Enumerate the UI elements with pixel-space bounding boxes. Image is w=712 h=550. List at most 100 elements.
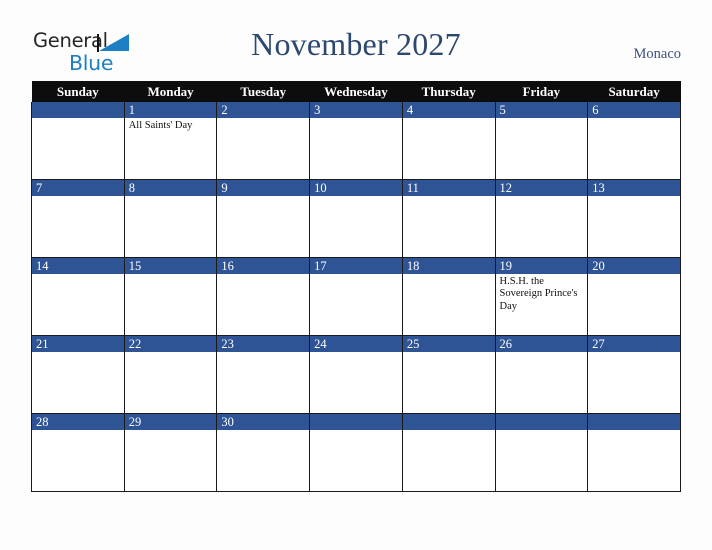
day-cell-11[interactable]: 11 [401, 179, 496, 258]
calendar-header-row: Sunday Monday Tuesday Wednesday Thursday Frid… [31, 81, 681, 102]
day-cell-14[interactable]: 14 [31, 257, 125, 336]
day-number: 12 [495, 180, 588, 196]
day-cell-inner: 16 [217, 258, 310, 335]
day-cell-inner: 27 [588, 336, 680, 413]
day-number: 24 [310, 336, 402, 352]
day-number: 10 [310, 180, 402, 196]
day-number: 23 [217, 336, 310, 352]
day-number: 27 [588, 336, 680, 352]
day-number: 6 [588, 102, 680, 118]
day-cell-22[interactable]: 22 [123, 335, 218, 414]
day-cell-20[interactable]: 20 [587, 257, 681, 336]
day-number: 1 [124, 102, 217, 118]
day-cell-10[interactable]: 10 [309, 179, 403, 258]
day-cell-1[interactable]: 1 All Saints' Day [123, 102, 218, 180]
day-cell-inner [495, 414, 588, 491]
day-number: 13 [588, 180, 680, 196]
calendar-week-row: 1 All Saints' Day 2 3 4 5 6 [31, 102, 681, 180]
day-cell-inner: 11 [402, 180, 495, 257]
day-cell-empty [494, 413, 589, 492]
weekday-header-saturday: Saturday [587, 81, 681, 102]
day-cell-25[interactable]: 25 [401, 335, 496, 414]
day-number: 19 [495, 258, 588, 274]
day-number [588, 414, 680, 430]
day-cell-26[interactable]: 26 [494, 335, 589, 414]
day-number: 18 [402, 258, 495, 274]
day-cell-inner: 23 [217, 336, 310, 413]
day-number: 29 [124, 414, 217, 430]
day-cell-7[interactable]: 7 [31, 179, 125, 258]
day-number: 25 [402, 336, 495, 352]
day-cell-8[interactable]: 8 [123, 179, 218, 258]
day-number: 8 [124, 180, 217, 196]
event-list: H.S.H. the Sovereign Prince's Day [496, 274, 588, 313]
day-cell-inner: 13 [588, 180, 680, 257]
day-cell-inner: 20 [588, 258, 680, 335]
day-cell-18[interactable]: 18 [401, 257, 496, 336]
calendar-week-row: 21 22 23 24 25 26 27 [31, 335, 681, 414]
weekday-header-sunday: Sunday [31, 81, 125, 102]
calendar-table: Sunday Monday Tuesday Wednesday Thursday Frid… [31, 81, 681, 492]
weekday-header-friday: Friday [495, 81, 588, 102]
day-cell-5[interactable]: 5 [494, 102, 589, 180]
day-cell-12[interactable]: 12 [494, 179, 589, 258]
day-cell-inner: 12 [495, 180, 588, 257]
day-number: 22 [124, 336, 217, 352]
day-cell-inner: 29 [124, 414, 217, 491]
day-cell-3[interactable]: 3 [309, 102, 403, 180]
page-title: November 2027 [251, 26, 461, 62]
day-cell-inner: 3 [310, 102, 402, 179]
day-cell-29[interactable]: 29 [123, 413, 218, 492]
day-number: 21 [32, 336, 124, 352]
day-number: 11 [402, 180, 495, 196]
day-cell-inner: 5 [495, 102, 588, 179]
day-cell-4[interactable]: 4 [401, 102, 496, 180]
day-number: 2 [217, 102, 310, 118]
day-cell-inner: 18 [402, 258, 495, 335]
day-cell-24[interactable]: 24 [309, 335, 403, 414]
weekday-header-row: Sunday Monday Tuesday Wednesday Thursday Frid… [31, 81, 681, 102]
day-cell-inner [32, 102, 124, 179]
day-cell-inner: 26 [495, 336, 588, 413]
day-cell-13[interactable]: 13 [587, 179, 681, 258]
region-label: Monaco [633, 46, 681, 62]
day-cell-6[interactable]: 6 [587, 102, 681, 180]
calendar-body: 1 All Saints' Day 2 3 4 5 6 7 8 9 10 11 12 13 14 15 16 17… [31, 102, 681, 492]
day-number [402, 414, 495, 430]
day-cell-30[interactable]: 30 [216, 413, 311, 492]
day-number [32, 102, 124, 118]
weekday-header-thursday: Thursday [402, 81, 496, 102]
day-cell-inner: 10 [310, 180, 402, 257]
weekday-header-monday: Monday [124, 81, 217, 102]
day-number: 7 [32, 180, 124, 196]
holiday-event: H.S.H. the Sovereign Prince's Day [499, 276, 578, 312]
day-cell-inner: 1 All Saints' Day [124, 102, 217, 179]
calendar-week-row: 14 15 16 17 18 19 H.S.H. the Sovereign Prince'… [31, 257, 681, 336]
day-number [495, 414, 588, 430]
day-cell-inner: 6 [588, 102, 680, 179]
day-number: 17 [310, 258, 402, 274]
day-cell-empty [587, 413, 681, 492]
day-cell-17[interactable]: 17 [309, 257, 403, 336]
day-cell-9[interactable]: 9 [216, 179, 311, 258]
day-cell-16[interactable]: 16 [216, 257, 311, 336]
day-cell-inner: 19 H.S.H. the Sovereign Prince's Day [495, 258, 588, 335]
day-cell-inner: 9 [217, 180, 310, 257]
day-cell-inner: 2 [217, 102, 310, 179]
day-cell-27[interactable]: 27 [587, 335, 681, 414]
day-cell-15[interactable]: 15 [123, 257, 218, 336]
day-number: 20 [588, 258, 680, 274]
day-cell-empty [31, 102, 125, 180]
day-cell-inner [588, 414, 680, 491]
day-cell-21[interactable]: 21 [31, 335, 125, 414]
day-cell-inner: 21 [32, 336, 124, 413]
day-cell-inner [310, 414, 402, 491]
day-cell-19[interactable]: 19 H.S.H. the Sovereign Prince's Day [494, 257, 589, 336]
day-cell-23[interactable]: 23 [216, 335, 311, 414]
day-cell-2[interactable]: 2 [216, 102, 311, 180]
day-cell-inner: 8 [124, 180, 217, 257]
day-cell-inner [402, 414, 495, 491]
calendar-week-row: 28 29 30 [31, 413, 681, 492]
day-cell-inner: 25 [402, 336, 495, 413]
day-cell-28[interactable]: 28 [31, 413, 125, 492]
